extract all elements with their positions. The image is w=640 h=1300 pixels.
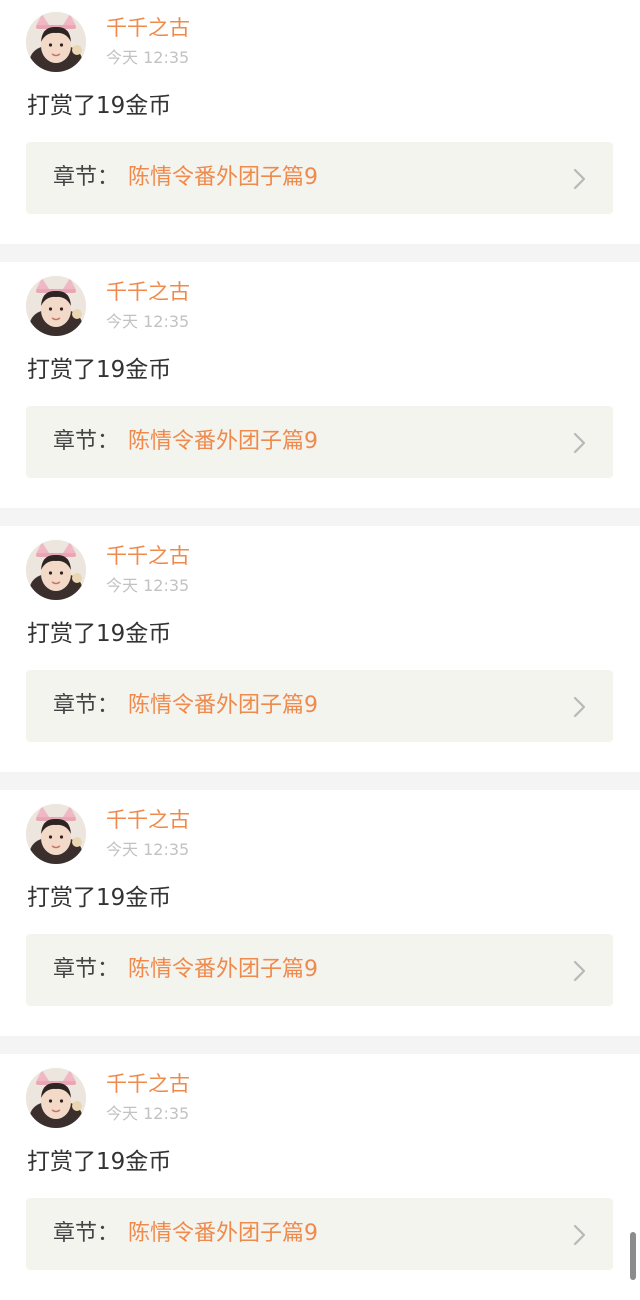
reward-message: 打赏了19金币 <box>27 885 172 911</box>
chapter-title: 陈情令番外团子篇9 <box>128 1221 318 1246</box>
chevron-right-icon <box>573 168 586 190</box>
chapter-label: 章节： <box>53 429 120 454</box>
username[interactable]: 千千之古 <box>106 542 190 570</box>
reward-message: 打赏了19金币 <box>27 357 172 383</box>
avatar[interactable] <box>26 804 86 864</box>
reward-feed: 千千之古 今天 12:35 打赏了19金币 章节： 陈情令番外团子篇9 千千之古… <box>0 0 640 1300</box>
chapter-link[interactable]: 章节： 陈情令番外团子篇9 <box>26 670 613 742</box>
reward-message: 打赏了19金币 <box>27 621 172 647</box>
timestamp: 今天 12:35 <box>106 576 190 595</box>
chapter-label: 章节： <box>53 957 120 982</box>
username[interactable]: 千千之古 <box>106 1070 190 1098</box>
timestamp: 今天 12:35 <box>106 312 190 331</box>
reward-message: 打赏了19金币 <box>27 93 172 119</box>
chapter-title: 陈情令番外团子篇9 <box>128 957 318 982</box>
reward-message: 打赏了19金币 <box>27 1149 172 1175</box>
chapter-label: 章节： <box>53 1221 120 1246</box>
avatar[interactable] <box>26 1068 86 1128</box>
chevron-right-icon <box>573 1224 586 1246</box>
chapter-label: 章节： <box>53 165 120 190</box>
timestamp: 今天 12:35 <box>106 1104 190 1123</box>
chapter-link[interactable]: 章节： 陈情令番外团子篇9 <box>26 406 613 478</box>
chapter-title: 陈情令番外团子篇9 <box>128 429 318 454</box>
scrollbar[interactable] <box>630 1232 636 1280</box>
feed-item: 千千之古 今天 12:35 打赏了19金币 章节： 陈情令番外团子篇9 <box>0 526 640 772</box>
chapter-title: 陈情令番外团子篇9 <box>128 693 318 718</box>
item-separator <box>0 1036 640 1054</box>
chapter-link[interactable]: 章节： 陈情令番外团子篇9 <box>26 142 613 214</box>
feed-item: 千千之古 今天 12:35 打赏了19金币 章节： 陈情令番外团子篇9 <box>0 1054 640 1300</box>
username[interactable]: 千千之古 <box>106 14 190 42</box>
feed-item: 千千之古 今天 12:35 打赏了19金币 章节： 陈情令番外团子篇9 <box>0 0 640 244</box>
feed-item: 千千之古 今天 12:35 打赏了19金币 章节： 陈情令番外团子篇9 <box>0 262 640 508</box>
chevron-right-icon <box>573 696 586 718</box>
timestamp: 今天 12:35 <box>106 48 190 67</box>
username[interactable]: 千千之古 <box>106 278 190 306</box>
avatar[interactable] <box>26 12 86 72</box>
timestamp: 今天 12:35 <box>106 840 190 859</box>
chevron-right-icon <box>573 960 586 982</box>
chapter-link[interactable]: 章节： 陈情令番外团子篇9 <box>26 1198 613 1270</box>
avatar[interactable] <box>26 540 86 600</box>
chapter-link[interactable]: 章节： 陈情令番外团子篇9 <box>26 934 613 1006</box>
item-separator <box>0 772 640 790</box>
avatar[interactable] <box>26 276 86 336</box>
item-separator <box>0 508 640 526</box>
item-separator <box>0 244 640 262</box>
chevron-right-icon <box>573 432 586 454</box>
chapter-title: 陈情令番外团子篇9 <box>128 165 318 190</box>
feed-item: 千千之古 今天 12:35 打赏了19金币 章节： 陈情令番外团子篇9 <box>0 790 640 1036</box>
chapter-label: 章节： <box>53 693 120 718</box>
username[interactable]: 千千之古 <box>106 806 190 834</box>
